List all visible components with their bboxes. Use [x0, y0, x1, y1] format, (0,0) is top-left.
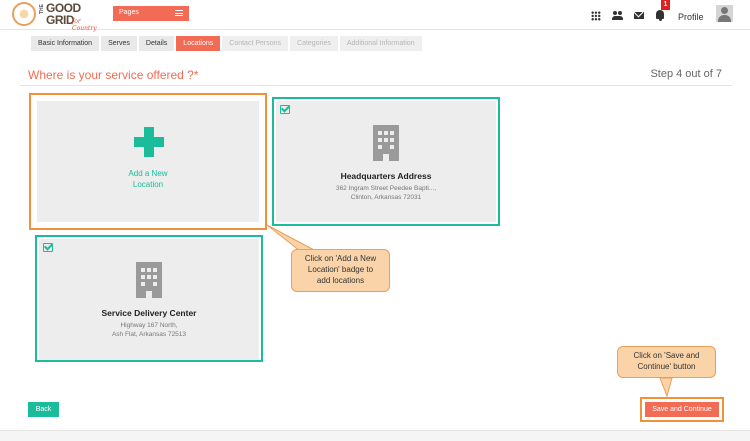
- apps-grid-icon[interactable]: [591, 11, 601, 21]
- tab-contact-persons: Contact Persons: [222, 36, 291, 51]
- tab-locations[interactable]: Locations: [176, 36, 223, 51]
- pages-label: Pages: [119, 9, 139, 16]
- profile-link[interactable]: Profile: [678, 12, 704, 22]
- tab-details[interactable]: Details: [138, 36, 177, 51]
- divider: [20, 85, 732, 86]
- headquarters-selected-border: [272, 97, 500, 226]
- logo-the: THE: [39, 4, 45, 14]
- tab-additional-information: Additional Information: [339, 36, 424, 51]
- step-indicator: Step 4 out of 7: [650, 68, 722, 80]
- tab-basic-information[interactable]: Basic Information: [31, 36, 102, 51]
- avatar[interactable]: [716, 5, 733, 22]
- save-and-continue-button[interactable]: Save and Continue: [645, 402, 719, 417]
- tab-serves[interactable]: Serves: [101, 36, 139, 51]
- pages-dropdown-button[interactable]: Pages: [113, 6, 189, 21]
- add-location-highlight: [29, 93, 267, 230]
- top-bar: THE GOOD GRID for Country Pages 1 Profil…: [0, 0, 750, 32]
- bottom-strip: [0, 430, 750, 441]
- tab-categories: Categories: [290, 36, 340, 51]
- save-continue-callout: Click on 'Save and Continue' button: [617, 346, 716, 378]
- wizard-tabs: Basic Information Serves Details Locatio…: [31, 36, 424, 51]
- back-button[interactable]: Back: [28, 402, 59, 417]
- add-location-callout: Click on 'Add a New Location' badge to a…: [291, 249, 390, 292]
- service-delivery-selected-border: [35, 235, 263, 362]
- notification-badge: 1: [661, 0, 670, 10]
- bell-icon[interactable]: [656, 10, 664, 21]
- logo[interactable]: THE GOOD GRID for Country: [12, 2, 102, 32]
- page-title: Where is your service offered ?*: [28, 68, 199, 82]
- logo-tagline: for Country: [72, 18, 97, 32]
- users-icon[interactable]: [612, 11, 623, 21]
- logo-mark-icon: [12, 2, 36, 26]
- logo-grid: GRID: [46, 13, 75, 27]
- mail-icon[interactable]: [634, 12, 644, 19]
- hamburger-menu-icon: [175, 10, 183, 16]
